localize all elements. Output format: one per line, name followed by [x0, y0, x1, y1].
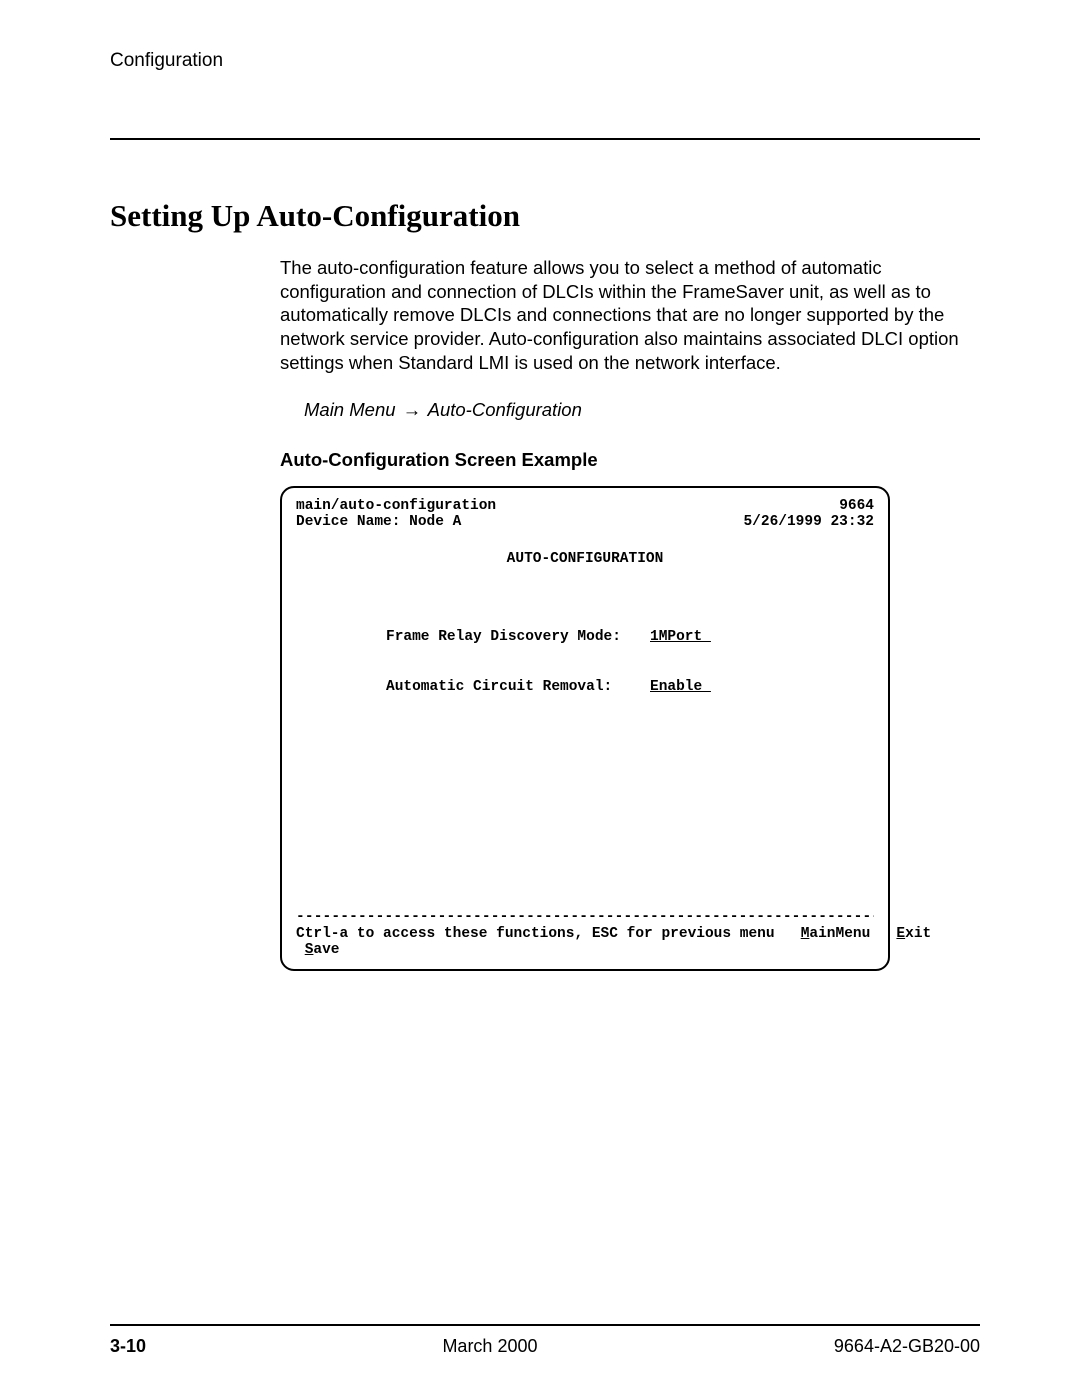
- terminal-fields: Frame Relay Discovery Mode: 1MPort Autom…: [386, 596, 874, 729]
- field-row-removal: Automatic Circuit Removal: Enable: [386, 679, 874, 696]
- exit-button[interactable]: Exit: [870, 926, 931, 943]
- menu-path-right: Auto-Configuration: [428, 399, 582, 420]
- page-footer: 3-10 March 2000 9664-A2-GB20-00: [110, 1324, 980, 1357]
- field-label: Automatic Circuit Removal:: [386, 679, 650, 696]
- running-header-text: Configuration: [110, 50, 223, 71]
- body-column: The auto-configuration feature allows yo…: [280, 256, 980, 971]
- page: Configuration Setting Up Auto-Configurat…: [0, 0, 1080, 1397]
- document-id: 9664-A2-GB20-00: [834, 1336, 980, 1357]
- terminal-header-row-1: main/auto-configuration 9664: [296, 498, 874, 515]
- menu-path-left: Main Menu: [304, 399, 396, 420]
- terminal-hint: Ctrl-a to access these functions, ESC fo…: [296, 926, 775, 943]
- terminal-screen: main/auto-configuration 9664 Device Name…: [280, 486, 890, 971]
- intro-paragraph: The auto-configuration feature allows yo…: [280, 256, 980, 374]
- field-row-discovery: Frame Relay Discovery Mode: 1MPort: [386, 629, 874, 646]
- mainmenu-button[interactable]: MainMenu: [775, 926, 871, 943]
- terminal-footer-row: Ctrl-a to access these functions, ESC fo…: [296, 926, 874, 943]
- example-caption: Auto-Configuration Screen Example: [280, 448, 980, 472]
- terminal-device: Device Name: Node A: [296, 514, 461, 531]
- save-button[interactable]: Save: [296, 942, 874, 959]
- field-label: Frame Relay Discovery Mode:: [386, 629, 650, 646]
- field-value-discovery[interactable]: 1MPort: [650, 629, 711, 646]
- page-number: 3-10: [110, 1336, 146, 1357]
- terminal-blank-area: [296, 729, 874, 909]
- menu-path: Main Menu → Auto-Configuration: [304, 398, 980, 422]
- terminal-model: 9664: [839, 498, 874, 515]
- section-title: Setting Up Auto-Configuration: [110, 198, 980, 234]
- running-header: Configuration: [110, 50, 980, 78]
- arrow-icon: →: [401, 399, 424, 420]
- footer-date: March 2000: [442, 1336, 537, 1357]
- terminal-header-row-2: Device Name: Node A 5/26/1999 23:32: [296, 514, 874, 531]
- terminal-divider: ----------------------------------------…: [296, 909, 874, 926]
- terminal-title: AUTO-CONFIGURATION: [296, 551, 874, 568]
- field-value-removal[interactable]: Enable: [650, 679, 711, 696]
- terminal-datetime: 5/26/1999 23:32: [743, 514, 874, 531]
- terminal-path: main/auto-configuration: [296, 498, 496, 515]
